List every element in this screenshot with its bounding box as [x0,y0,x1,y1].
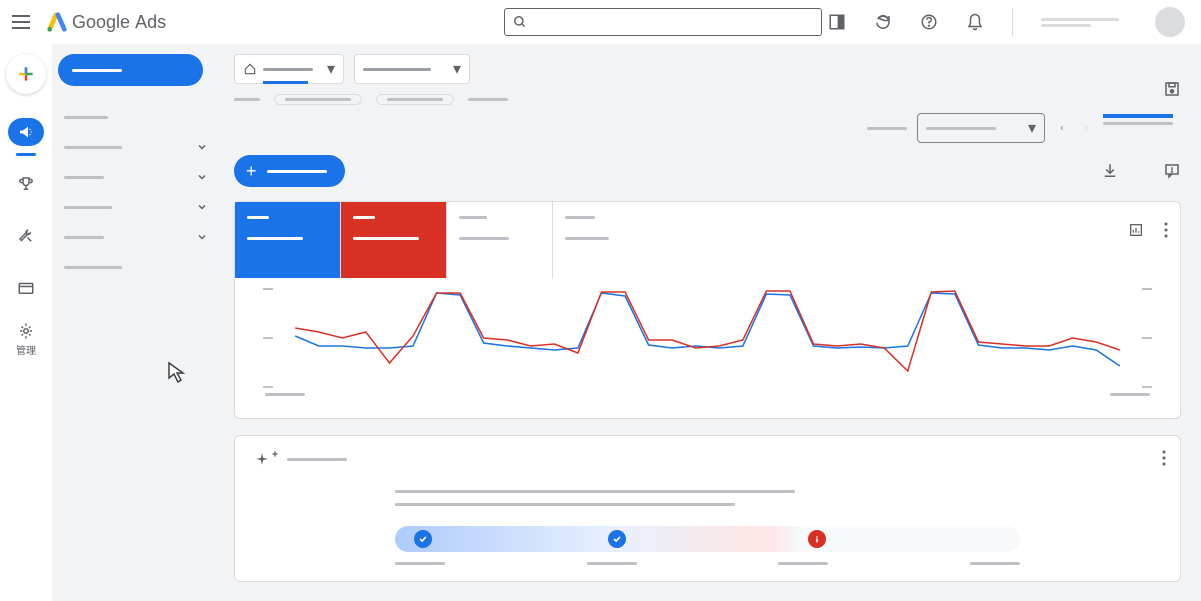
plus-icon: + [246,161,257,182]
search-input[interactable] [504,8,822,36]
chart-card-actions [1128,222,1168,238]
optimization-progress [395,526,1020,552]
search-icon [513,15,527,29]
filter-chip-2[interactable] [376,94,454,105]
line-chart [255,288,1160,388]
date-range-row: ▾ [234,113,1181,143]
campaign-selector[interactable]: ▾ [354,54,470,84]
rail-admin-label: 管理 [16,342,36,357]
header: Google Ads [0,0,1201,44]
sidebar-item-2[interactable] [52,132,220,162]
more-icon[interactable] [1164,222,1168,238]
header-actions [828,0,1185,44]
download-icon[interactable] [1101,162,1119,180]
next-period-button[interactable] [1079,121,1093,135]
home-icon [243,62,257,76]
help-icon[interactable] [920,13,938,31]
chevron-down-icon [196,141,208,153]
sidebar [52,44,220,601]
insights-header [255,452,1160,466]
scope-selectors: ▾ ▾ [234,54,1181,84]
main-content: ▾ ▾ ▾ + [220,44,1201,601]
menu-icon[interactable] [12,15,30,29]
appearance-icon[interactable] [828,13,846,31]
metric-tab-clicks[interactable] [235,202,341,278]
sidebar-item-1[interactable] [52,102,220,132]
breadcrumb [234,94,1181,105]
insights-body [255,490,1160,565]
date-range-selector[interactable]: ▾ [917,113,1045,143]
google-ads-logo-icon [46,11,68,33]
metric-tab-3[interactable] [447,202,553,278]
rail-admin[interactable]: 管理 [0,322,52,357]
error-step-3 [808,530,826,548]
expand-chart-icon[interactable] [1128,222,1144,238]
logo[interactable]: Google Ads [46,11,166,33]
metric-tab-cost[interactable] [341,202,447,278]
card-icon [17,279,35,297]
period-indicator [1103,114,1173,118]
cursor-icon [165,360,189,384]
tools-icon [17,227,35,245]
account-selector[interactable]: ▾ [234,54,344,84]
sparkle-icon [255,452,269,466]
sidebar-item-4[interactable] [52,192,220,222]
sidebar-overview[interactable] [58,54,203,86]
feedback-icon[interactable] [1163,162,1181,180]
chevron-down-icon [196,201,208,213]
rail-billing[interactable] [0,270,52,306]
logo-text: Google Ads [72,12,166,33]
chevron-down-icon [196,171,208,183]
check-step-1 [414,530,432,548]
megaphone-icon [18,124,34,140]
insights-card [234,435,1181,582]
prev-period-button[interactable] [1055,121,1069,135]
check-step-2 [608,530,626,548]
trophy-icon [17,175,35,193]
create-button[interactable] [6,54,46,94]
plus-small-icon [271,450,279,458]
account-info[interactable] [1041,18,1127,27]
insights-more[interactable] [1162,450,1166,471]
avatar[interactable] [1155,7,1185,37]
rail-goals[interactable] [0,166,52,202]
rail-campaigns[interactable] [0,114,52,150]
sidebar-item-6[interactable] [52,252,220,282]
chevron-down-icon [196,231,208,243]
performance-chart-card [234,201,1181,419]
sidebar-item-3[interactable] [52,162,220,192]
refresh-icon[interactable] [874,13,892,31]
filter-chip-1[interactable] [274,94,362,105]
new-campaign-button[interactable]: + [234,155,345,187]
sidebar-item-5[interactable] [52,222,220,252]
metric-tab-4[interactable] [553,202,659,278]
notifications-icon[interactable] [966,13,984,31]
left-rail: 管理 [0,44,52,601]
metric-tabs [235,202,1180,278]
action-row: + [234,155,1181,187]
divider [1012,8,1013,36]
rail-tools[interactable] [0,218,52,254]
chart-area [235,278,1180,418]
gear-icon [17,322,35,340]
